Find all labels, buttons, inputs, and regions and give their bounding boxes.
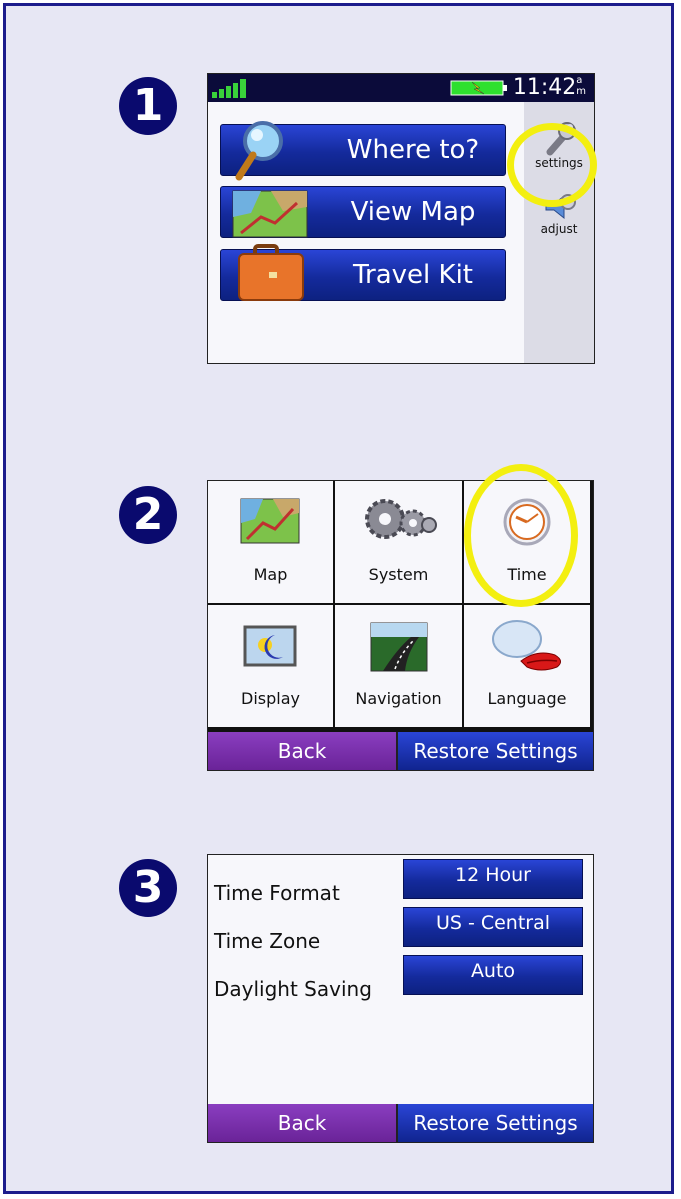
step-3-number: 3 (132, 862, 164, 913)
map-icon (240, 498, 299, 544)
map-tile-label: Map (253, 565, 288, 584)
travel-kit-label: Travel Kit (352, 260, 474, 290)
clock-ampm: am (576, 75, 586, 97)
battery-charging-icon (450, 80, 507, 96)
restore-settings-button[interactable]: Restore Settings (398, 1104, 593, 1142)
settings-display-tile[interactable]: Display (208, 605, 333, 727)
road-icon (370, 622, 427, 672)
map-icon (232, 190, 308, 238)
clock-ampm-bottom: m (576, 86, 586, 97)
view-map-label: View Map (350, 197, 476, 227)
settings-navigation-tile[interactable]: Navigation (335, 605, 462, 727)
display-tile-label: Display (241, 689, 300, 708)
status-bar: 11:42a m (208, 74, 594, 102)
settings-language-tile[interactable]: Language (464, 605, 590, 727)
system-tile-label: System (368, 565, 429, 584)
language-tile-label: Language (487, 689, 567, 708)
step-2-marker: 2 (119, 486, 177, 544)
signal-strength-icon (212, 79, 246, 98)
time-format-label: Time Format (214, 881, 340, 905)
travel-kit-button[interactable]: Travel Kit (220, 244, 506, 301)
back-button[interactable]: Back (208, 732, 398, 770)
where-to-label: Where to? (346, 135, 480, 165)
time-bottom-bar: Back Restore Settings (208, 1104, 593, 1142)
step-1-marker: 1 (119, 77, 177, 135)
time-zone-label: Time Zone (214, 929, 321, 953)
display-icon (243, 625, 296, 667)
clock-ampm-top: a (576, 75, 583, 86)
settings-bottom-bar: Back Restore Settings (208, 732, 593, 770)
suitcase-icon (238, 244, 304, 301)
time-highlight-circle (464, 464, 578, 607)
navigation-tile-label: Navigation (355, 689, 442, 708)
settings-map-tile[interactable]: Map (208, 481, 333, 603)
time-zone-button[interactable]: US - Central (403, 907, 583, 947)
magnifier-icon (235, 121, 283, 181)
time-settings-screen: Time Format 12 Hour Time Zone US - Centr… (207, 854, 594, 1143)
daylight-saving-label: Daylight Saving (214, 977, 372, 1001)
step-1-number: 1 (132, 80, 164, 131)
daylight-saving-button[interactable]: Auto (403, 955, 583, 995)
step-3-marker: 3 (119, 859, 177, 917)
clock-display: 11:42a m (513, 75, 586, 100)
speech-lips-icon (492, 620, 561, 671)
settings-highlight-circle (507, 123, 597, 207)
where-to-button[interactable]: Where to? (220, 121, 506, 181)
restore-settings-button[interactable]: Restore Settings (398, 732, 593, 770)
gears-icon (364, 499, 437, 539)
instruction-panel: 1 11:42a m Where to? View Map Travel Kit… (3, 3, 674, 1194)
view-map-button[interactable]: View Map (220, 186, 506, 238)
step-2-number: 2 (132, 489, 164, 540)
main-menu-screen: 11:42a m Where to? View Map Travel Kit s… (207, 73, 595, 364)
adjust-label: adjust (540, 222, 578, 236)
back-button[interactable]: Back (208, 1104, 398, 1142)
settings-system-tile[interactable]: System (335, 481, 462, 603)
time-format-button[interactable]: 12 Hour (403, 859, 583, 899)
clock-time: 11:42 (512, 75, 577, 100)
